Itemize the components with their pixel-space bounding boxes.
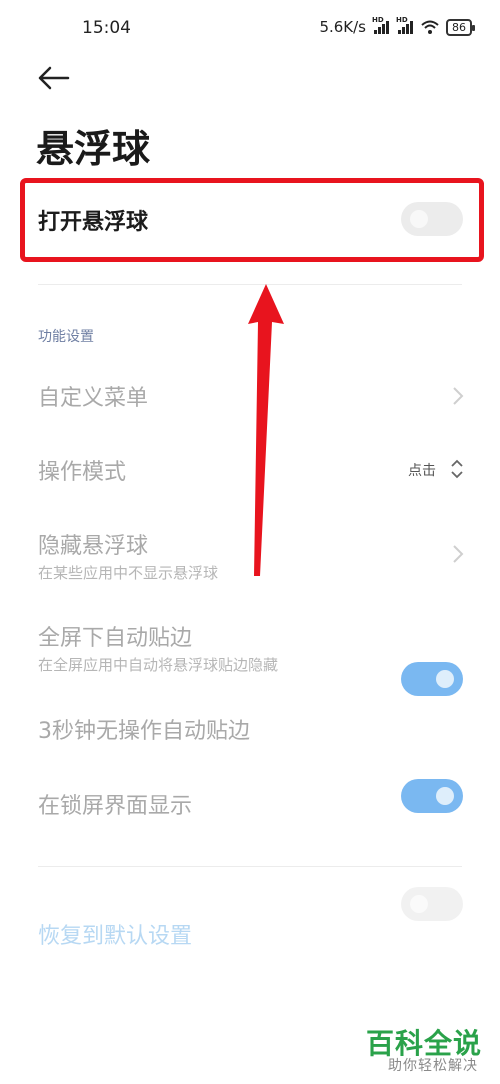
signal-icon-1: HD: [372, 16, 390, 34]
fullscreen-edge-label: 全屏下自动贴边: [38, 626, 193, 651]
lockscreen-switch[interactable]: [401, 887, 463, 921]
operation-mode-label: 操作模式: [38, 460, 127, 485]
fullscreen-edge-switch[interactable]: [401, 662, 463, 696]
chevron-right-icon: [453, 545, 464, 563]
reset-defaults-link[interactable]: 恢复到默认设置: [38, 918, 192, 950]
main-toggle-switch[interactable]: [401, 202, 463, 236]
idle-edge-row[interactable]: 3秒钟无操作自动贴边: [38, 713, 250, 745]
status-icons: 5.6K/s HD HD 86: [319, 16, 475, 36]
updown-chevron-icon[interactable]: [450, 458, 464, 480]
divider: [38, 866, 462, 867]
lockscreen-row[interactable]: 在锁屏界面显示: [38, 788, 192, 820]
custom-menu-label: 自定义菜单: [38, 386, 149, 411]
battery-icon: 86: [446, 18, 475, 36]
status-time: 15:04: [82, 18, 131, 38]
signal-icon-2: HD: [396, 16, 414, 34]
idle-edge-label: 3秒钟无操作自动贴边: [38, 719, 250, 744]
main-toggle-label: 打开悬浮球: [38, 210, 149, 235]
wifi-icon: [421, 20, 439, 34]
fullscreen-edge-row[interactable]: 全屏下自动贴边 在全屏应用中自动将悬浮球贴边隐藏: [38, 620, 278, 675]
page-title: 悬浮球: [36, 127, 151, 171]
hide-ball-sub: 在某些应用中不显示悬浮球: [38, 564, 219, 582]
operation-mode-value[interactable]: 点击: [408, 460, 436, 480]
chevron-right-icon: [453, 387, 464, 405]
fullscreen-edge-sub: 在全屏应用中自动将悬浮球贴边隐藏: [38, 656, 279, 674]
operation-mode-row[interactable]: 操作模式: [38, 454, 126, 486]
section-header: 功能设置: [38, 329, 94, 345]
main-toggle-row[interactable]: 打开悬浮球: [38, 204, 148, 236]
idle-edge-switch[interactable]: [401, 779, 463, 813]
annotation-arrow-icon: [248, 284, 284, 576]
custom-menu-row[interactable]: 自定义菜单: [38, 380, 148, 412]
net-speed: 5.6K/s: [319, 18, 366, 36]
lockscreen-label: 在锁屏界面显示: [38, 794, 193, 819]
watermark-subtitle: 助你轻松解决: [388, 1058, 478, 1074]
back-arrow-icon[interactable]: [36, 60, 72, 96]
hide-ball-label: 隐藏悬浮球: [38, 534, 149, 559]
hide-ball-row[interactable]: 隐藏悬浮球 在某些应用中不显示悬浮球: [38, 528, 218, 583]
